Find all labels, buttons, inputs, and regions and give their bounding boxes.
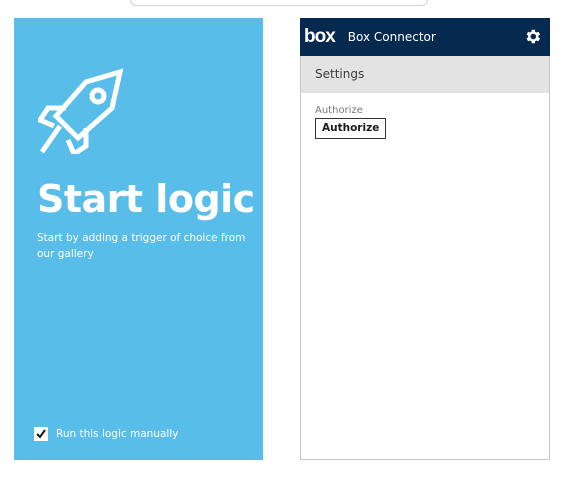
- run-manually-checkbox[interactable]: [34, 427, 48, 441]
- checkmark-icon: [36, 429, 46, 439]
- authorize-button[interactable]: Authorize: [315, 118, 387, 139]
- connector-header: box Box Connector: [300, 18, 550, 56]
- authorize-field-label: Authorize: [315, 105, 363, 116]
- box-connector-panel: box Box Connector Settings Authorize Aut…: [300, 18, 550, 460]
- start-logic-description: Start by adding a trigger of choice from…: [37, 232, 246, 260]
- callout-arrow: [130, 0, 428, 6]
- gear-icon[interactable]: [523, 27, 542, 46]
- run-manually-option[interactable]: Run this logic manually: [34, 427, 178, 441]
- settings-tab[interactable]: Settings: [301, 56, 549, 93]
- run-manually-label: Run this logic manually: [56, 428, 179, 440]
- box-logo: box: [304, 26, 336, 47]
- connector-title: Box Connector: [347, 30, 436, 44]
- rocket-icon: [38, 68, 124, 154]
- start-logic-card[interactable]: Start logic Start by adding a trigger of…: [14, 18, 263, 460]
- start-logic-title: Start logic: [37, 177, 255, 221]
